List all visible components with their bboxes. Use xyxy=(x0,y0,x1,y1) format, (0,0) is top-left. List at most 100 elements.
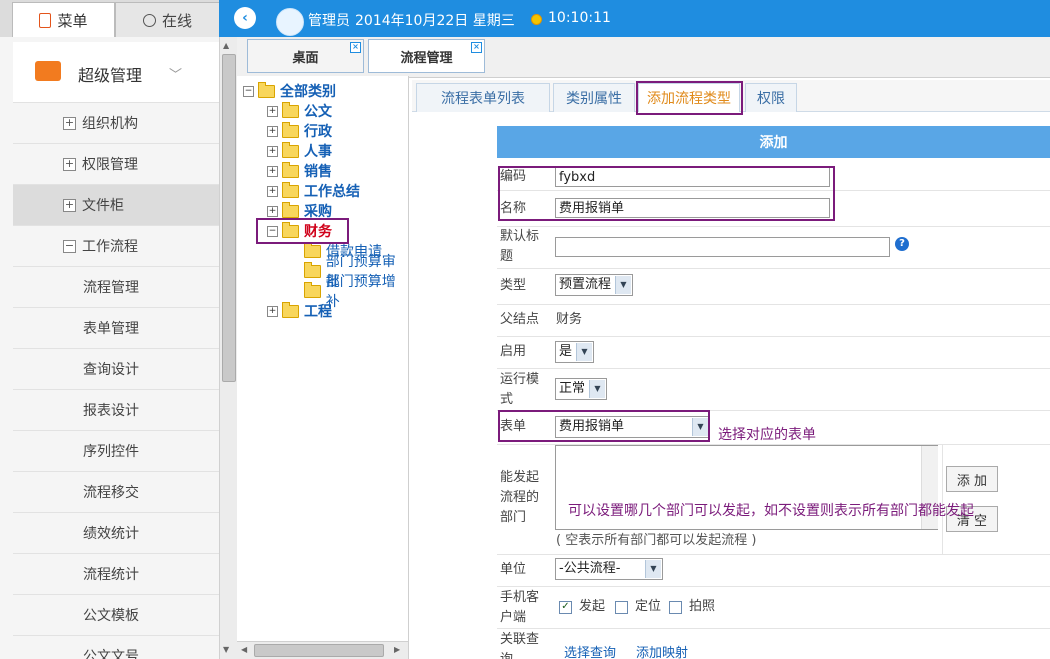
folder-icon xyxy=(258,81,275,98)
mobile-photo-checkbox[interactable] xyxy=(669,601,682,614)
expand-icon: + xyxy=(63,156,76,171)
sidebar-subitem[interactable]: 流程统计 xyxy=(13,554,219,595)
tree-leaf[interactable]: 部门预算增补 xyxy=(304,274,408,310)
expand-icon: + xyxy=(63,115,76,130)
mobile-start-checkbox[interactable]: ✓ xyxy=(559,601,572,614)
unit-select[interactable]: -公共流程- ▼ xyxy=(555,558,663,580)
tab-category-props[interactable]: 类别属性 xyxy=(553,83,635,112)
mobile-locate-checkbox[interactable] xyxy=(615,601,628,614)
tab-workflow-label: 流程管理 xyxy=(400,50,453,66)
scroll-left-icon[interactable]: ◀ xyxy=(241,645,247,654)
scroll-thumb[interactable] xyxy=(254,644,384,657)
highlight-finance-node xyxy=(256,218,349,244)
highlight-active-tab xyxy=(636,81,743,115)
sidebar-item-filecabinet[interactable]: + 文件柜 xyxy=(13,185,219,226)
expand-icon: + xyxy=(267,305,278,317)
sidebar-item-workflow[interactable]: − 工作流程 xyxy=(13,226,219,267)
mobile-photo-label: 拍照 xyxy=(689,599,716,614)
tab-online[interactable]: 在线 xyxy=(115,2,220,38)
scroll-thumb[interactable] xyxy=(222,54,236,382)
sidebar-scrollbar[interactable]: ▲ ▼ xyxy=(219,37,237,659)
related-label: 关联查询 xyxy=(500,632,540,659)
sidebar-subitem[interactable]: 序列控件 xyxy=(13,431,219,472)
sidebar-subitem[interactable]: 查询设计 xyxy=(13,349,219,390)
folder-icon xyxy=(282,121,299,138)
tree-node[interactable]: + 行政 xyxy=(267,121,332,141)
tree-node[interactable]: + 工作总结 xyxy=(267,181,360,201)
sidebar-item-label: 流程统计 xyxy=(83,567,139,583)
row-enabled: 启用 是 ▼ xyxy=(497,336,1050,369)
tree-root[interactable]: − 全部类别 xyxy=(243,81,336,101)
sidebar-item-label: 报表设计 xyxy=(83,403,139,419)
header-date: 2014年10月22日 星期三 xyxy=(355,13,515,29)
add-mapping-link[interactable]: 添加映射 xyxy=(636,642,688,659)
sidebar-subitem[interactable]: 流程管理 xyxy=(13,267,219,308)
folder-icon xyxy=(304,241,321,258)
tab-permission[interactable]: 权限 xyxy=(745,83,797,112)
module-title: 超级管理 xyxy=(78,66,143,85)
tree-node-label: 部门预算增补 xyxy=(325,274,396,310)
sidebar-item-label: 组织机构 xyxy=(82,116,138,132)
collapse-sidebar-button[interactable]: ‹ xyxy=(234,7,256,29)
close-icon[interactable]: × xyxy=(350,42,361,53)
type-select[interactable]: 预置流程 ▼ xyxy=(555,274,633,296)
category-tree: − 全部类别 + 公文 + 行政 + 人事 + 销售 + 工作总结 + 采购 − 财务 借款申请… xyxy=(237,76,409,659)
help-icon[interactable]: ? xyxy=(895,237,909,251)
row-related: 关联查询 选择查询 添加映射 xyxy=(497,628,1050,659)
folder-icon xyxy=(282,301,299,318)
sidebar-item-label: 公文模板 xyxy=(83,608,139,624)
folder-icon xyxy=(282,161,299,178)
sidebar-subitem[interactable]: 绩效统计 xyxy=(13,513,219,554)
sidebar-item-permission[interactable]: + 权限管理 xyxy=(13,144,219,185)
folder-icon xyxy=(282,201,299,218)
select-query-link[interactable]: 选择查询 xyxy=(564,642,616,659)
sidebar-module-header[interactable]: 超级管理 ﹀ xyxy=(13,42,219,103)
row-parent: 父结点 财务 xyxy=(497,304,1050,337)
run-mode-label: 运行模式 xyxy=(500,372,540,407)
scroll-right-icon[interactable]: ▶ xyxy=(394,645,400,654)
sidebar-subitem[interactable]: 公文模板 xyxy=(13,595,219,636)
chevron-down-icon: ﹀ xyxy=(169,68,183,83)
tree-node[interactable]: + 公文 xyxy=(267,101,332,121)
sidebar-item-label: 权限管理 xyxy=(82,157,138,173)
row-run-mode: 运行模式 正常 ▼ xyxy=(497,368,1050,411)
sidebar-item-label: 公文文号 xyxy=(83,649,139,659)
document-tab-bar: 桌面 × 流程管理 × xyxy=(237,37,1050,78)
dept-add-button[interactable]: 添 加 xyxy=(946,466,998,492)
tree-node-label: 销售 xyxy=(304,164,332,180)
sidebar-item-org[interactable]: + 组织机构 xyxy=(13,103,219,144)
expand-icon: + xyxy=(267,185,278,197)
type-label: 类型 xyxy=(500,278,527,293)
sidebar-subitem[interactable]: 表单管理 xyxy=(13,308,219,349)
tree-node[interactable]: + 人事 xyxy=(267,141,332,161)
tab-form-list[interactable]: 流程表单列表 xyxy=(416,83,550,112)
run-mode-select[interactable]: 正常 ▼ xyxy=(555,378,607,400)
expand-icon: + xyxy=(267,205,278,217)
close-icon[interactable]: × xyxy=(471,42,482,53)
dept-hint: ( 空表示所有部门都可以发起流程 ) xyxy=(556,533,757,548)
tree-node[interactable]: + 销售 xyxy=(267,161,332,181)
scroll-up-icon[interactable]: ▲ xyxy=(223,41,229,50)
tree-hscrollbar[interactable]: ◀ ▶ xyxy=(237,641,408,659)
row-mobile: 手机客户端 ✓ 发起 定位 拍照 xyxy=(497,586,1050,629)
sidebar-subitem[interactable]: 报表设计 xyxy=(13,390,219,431)
chevron-down-icon: ▼ xyxy=(589,380,605,398)
tree-node-label: 人事 xyxy=(304,144,332,160)
tab-menu-label: 菜单 xyxy=(57,12,88,30)
tab-desktop[interactable]: 桌面 × xyxy=(247,39,364,73)
sidebar-subitem[interactable]: 流程移交 xyxy=(13,472,219,513)
tree-node[interactable]: + 工程 xyxy=(267,301,332,321)
default-title-input[interactable] xyxy=(555,237,890,257)
collapse-icon: − xyxy=(243,85,254,97)
tab-menu[interactable]: 菜单 xyxy=(12,2,115,38)
form-annotation: 选择对应的表单 xyxy=(718,427,816,443)
mobile-locate-label: 定位 xyxy=(635,599,662,614)
enabled-select[interactable]: 是 ▼ xyxy=(555,341,594,363)
tab-workflow-manage[interactable]: 流程管理 × xyxy=(368,39,485,73)
folder-icon xyxy=(304,281,321,298)
tab-desktop-label: 桌面 xyxy=(292,50,319,66)
type-value: 预置流程 xyxy=(559,277,612,292)
sidebar-subitem[interactable]: 公文文号 xyxy=(13,636,219,659)
scroll-down-icon[interactable]: ▼ xyxy=(223,645,229,654)
user-avatar-icon xyxy=(276,8,304,36)
